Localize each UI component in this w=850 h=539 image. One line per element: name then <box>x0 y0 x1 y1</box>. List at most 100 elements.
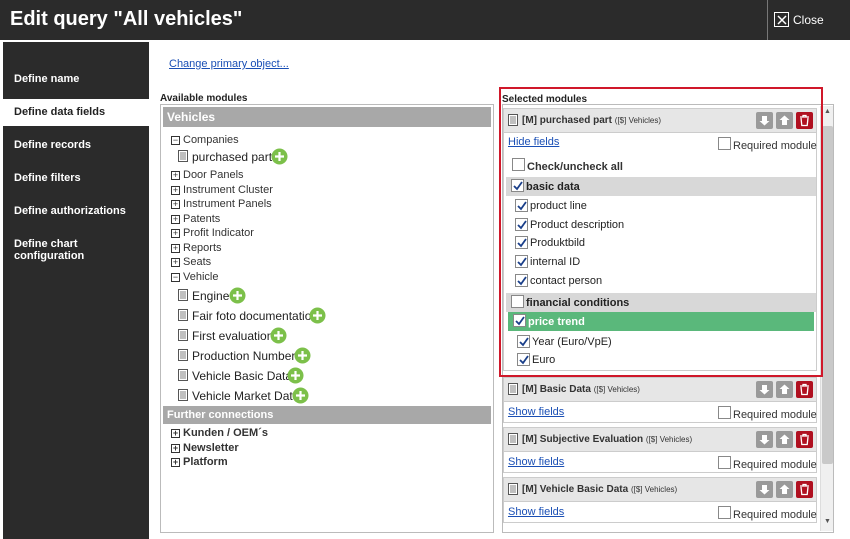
move-down-icon <box>759 385 770 395</box>
selected-module-card: [M] Subjective Evaluation ([$] Vehicles)… <box>503 427 817 473</box>
move-down-button[interactable] <box>756 381 773 398</box>
dialog-header: Edit query "All vehicles" Close <box>0 0 850 40</box>
add-icon[interactable] <box>294 347 311 364</box>
plus-icon[interactable]: + <box>171 171 180 180</box>
document-icon <box>508 483 518 495</box>
scroll-down-icon[interactable]: ▼ <box>824 518 831 525</box>
add-icon[interactable] <box>229 287 246 304</box>
field-checkbox[interactable] <box>515 255 528 268</box>
dialog-title: Edit query "All vehicles" <box>10 8 243 30</box>
card-subtitle: ([$] Vehicles) <box>630 485 678 494</box>
field-group-basic-data[interactable]: basic data <box>506 177 816 196</box>
hide-fields-link[interactable]: Hide fields <box>508 136 559 148</box>
required-module-label: Required module <box>733 509 817 521</box>
delete-icon <box>800 114 809 127</box>
move-up-button[interactable] <box>776 112 793 129</box>
field-product-description[interactable]: Product description <box>504 215 816 234</box>
move-down-icon <box>759 485 770 495</box>
field-checkbox[interactable] <box>515 274 528 287</box>
group-checkbox[interactable] <box>513 314 526 327</box>
minus-icon[interactable]: − <box>171 136 180 145</box>
sidebar-item-define-name[interactable]: Define name <box>3 66 149 93</box>
available-modules-label: Available modules <box>160 93 248 104</box>
delete-button[interactable] <box>796 431 813 448</box>
move-down-button[interactable] <box>756 431 773 448</box>
move-down-button[interactable] <box>756 481 773 498</box>
sidebar-item-define-filters[interactable]: Define filters <box>3 165 149 192</box>
add-icon[interactable] <box>292 387 309 404</box>
show-fields-link[interactable]: Show fields <box>508 406 564 418</box>
plus-icon[interactable]: + <box>171 229 180 238</box>
sidebar-item-define-chart-configuration[interactable]: Define chart configuration <box>3 231 149 262</box>
plus-icon[interactable]: + <box>171 215 180 224</box>
scroll-up-icon[interactable]: ▲ <box>824 108 831 115</box>
change-primary-object-link[interactable]: Change primary object... <box>169 58 289 70</box>
plus-icon[interactable]: + <box>171 200 180 209</box>
field-checkbox[interactable] <box>517 353 530 366</box>
field-internal-id[interactable]: internal ID <box>504 252 816 271</box>
delete-button[interactable] <box>796 381 813 398</box>
delete-icon <box>800 483 809 496</box>
move-down-button[interactable] <box>756 112 773 129</box>
plus-icon[interactable]: + <box>171 429 180 438</box>
sidebar-item-define-records[interactable]: Define records <box>3 132 149 159</box>
document-icon <box>178 329 188 341</box>
field-contact-person[interactable]: contact person <box>504 271 816 290</box>
card-title: [M] Basic Data <box>522 384 591 395</box>
add-icon[interactable] <box>287 367 304 384</box>
plus-icon[interactable]: + <box>171 458 180 467</box>
sidebar-item-define-authorizations[interactable]: Define authorizations <box>3 198 149 225</box>
required-module-checkbox[interactable] <box>718 137 731 150</box>
move-up-icon <box>779 434 790 444</box>
selected-module-card: [M] Basic Data ([$] Vehicles) Show field… <box>503 377 817 423</box>
close-button[interactable]: Close <box>767 0 850 40</box>
add-icon[interactable] <box>271 148 288 165</box>
required-module-checkbox[interactable] <box>718 456 731 469</box>
document-icon <box>178 150 188 162</box>
card-title: [M] Subjective Evaluation <box>522 434 644 445</box>
scrollbar-thumb[interactable] <box>822 126 833 464</box>
plus-icon[interactable]: + <box>171 186 180 195</box>
check-all-checkbox[interactable] <box>512 158 525 171</box>
move-up-button[interactable] <box>776 481 793 498</box>
card-header: [M] Basic Data ([$] Vehicles) <box>504 378 816 402</box>
card-subtitle: ([$] Vehicles) <box>593 385 640 394</box>
field-group-financial-conditions[interactable]: financial conditions <box>506 293 816 312</box>
field-checkbox[interactable] <box>515 236 528 249</box>
card-header: [M] Subjective Evaluation ([$] Vehicles) <box>504 428 816 452</box>
delete-button[interactable] <box>796 481 813 498</box>
add-icon[interactable] <box>309 307 326 324</box>
field-group-price-trend[interactable]: price trend <box>508 312 814 331</box>
field-product-line[interactable]: product line <box>504 196 816 215</box>
move-up-button[interactable] <box>776 381 793 398</box>
required-module-checkbox[interactable] <box>718 506 731 519</box>
move-up-button[interactable] <box>776 431 793 448</box>
group-checkbox[interactable] <box>511 295 524 308</box>
add-icon[interactable] <box>270 327 287 344</box>
available-modules-header: Vehicles <box>163 107 491 127</box>
document-icon <box>178 369 188 381</box>
plus-icon[interactable]: + <box>171 258 180 267</box>
group-checkbox[interactable] <box>511 179 524 192</box>
required-module-label: Required module <box>733 140 817 152</box>
field-produktbild[interactable]: Produktbild <box>504 233 816 252</box>
minus-icon[interactable]: − <box>171 273 180 282</box>
field-checkbox[interactable] <box>515 218 528 231</box>
document-icon <box>508 383 518 395</box>
selected-modules-scrollbar[interactable]: ▲ ▼ <box>820 106 833 531</box>
field-checkbox[interactable] <box>517 335 530 348</box>
move-up-icon <box>779 115 790 125</box>
check-all-label: Check/uncheck all <box>527 161 623 173</box>
sidebar-item-define-data-fields[interactable]: Define data fields <box>3 99 149 126</box>
document-icon <box>178 349 188 361</box>
show-fields-link[interactable]: Show fields <box>508 506 564 518</box>
show-fields-link[interactable]: Show fields <box>508 456 564 468</box>
field-euro[interactable]: Euro <box>504 350 816 369</box>
plus-icon[interactable]: + <box>171 444 180 453</box>
card-header: [M] purchased part ([$] Vehicles) <box>504 109 816 133</box>
delete-button[interactable] <box>796 112 813 129</box>
required-module-checkbox[interactable] <box>718 406 731 419</box>
plus-icon[interactable]: + <box>171 244 180 253</box>
field-checkbox[interactable] <box>515 199 528 212</box>
field-year-euro-vpe[interactable]: Year (Euro/VpE) <box>504 332 816 351</box>
